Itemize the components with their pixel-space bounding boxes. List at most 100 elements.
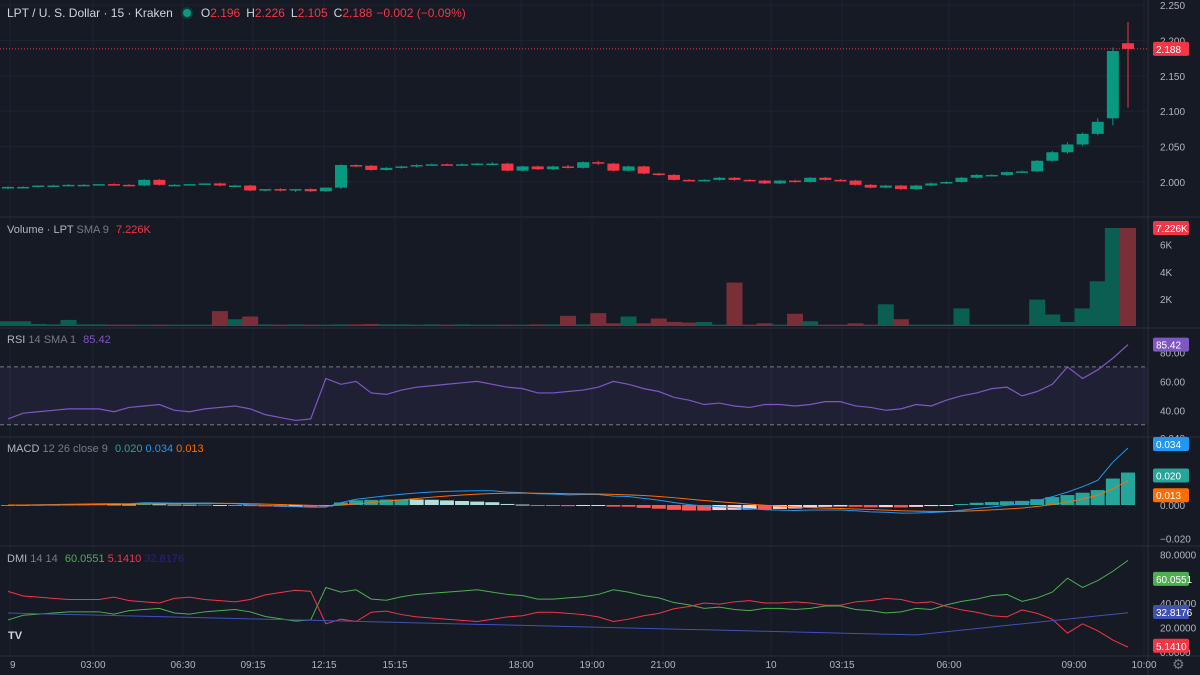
macd-hist-bar: [833, 505, 848, 507]
macd-hist-bar: [228, 505, 243, 506]
market-status-icon: [182, 9, 191, 17]
volume-legend[interactable]: Volume · LPT SMA 9 7.226K: [7, 224, 151, 236]
candle-body: [47, 185, 60, 188]
macd-hist-bar: [424, 499, 439, 505]
volume-bar: [438, 324, 455, 326]
volume-bar: [499, 324, 516, 326]
macd-legend[interactable]: MACD 12 26 close 9 0.020 0.034 0.013: [7, 443, 204, 455]
macd-hist-bar: [682, 505, 697, 511]
gear-icon[interactable]: ⚙: [1172, 656, 1185, 673]
candle-body: [183, 184, 196, 186]
rsi-label: RSI: [7, 334, 26, 346]
candle-body: [62, 184, 75, 187]
minus-di-line: [7, 589, 1129, 648]
macd-hist-bar: [1105, 478, 1120, 505]
macd-hist-bar: [969, 502, 984, 505]
volume-tick-label: 6K: [1160, 241, 1173, 252]
price-tick-label: 2.050: [1160, 143, 1185, 154]
candle-body: [32, 185, 45, 188]
volume-bar: [665, 321, 682, 326]
candle-body: [138, 179, 151, 186]
candle-body: [153, 179, 166, 185]
volume-bar: [514, 324, 531, 326]
candle-body: [1076, 133, 1089, 145]
volume-bar: [15, 321, 32, 326]
macd-hist-bar: [182, 504, 197, 506]
macd-hist-bar: [530, 505, 545, 506]
candle-body: [1122, 43, 1134, 49]
macd-hist-bar: [636, 505, 651, 508]
candle-body: [773, 180, 786, 184]
adx-value: 32.8176: [144, 553, 185, 565]
rsi-value: 85.42: [83, 334, 111, 346]
volume-bar: [227, 319, 244, 326]
candle-body: [486, 163, 499, 166]
macd-hist-bar: [152, 504, 167, 506]
volume-bar: [529, 324, 546, 326]
macd-hist-bar: [545, 505, 560, 506]
candle-body: [698, 179, 711, 182]
volume-bar: [802, 321, 819, 326]
rsi-legend[interactable]: RSI 14 SMA 1 85.42: [7, 334, 111, 346]
volume-bar: [620, 316, 637, 326]
low-value: 2.105: [297, 6, 328, 20]
tradingview-logo-icon[interactable]: TV: [8, 630, 28, 644]
macd-hist-bar: [409, 499, 424, 505]
candle-body: [743, 179, 756, 182]
volume-bar: [454, 324, 471, 326]
candle-body: [849, 180, 862, 185]
time-tick-label: 03:00: [80, 660, 105, 671]
rsi-last-tag: 85.42: [1156, 341, 1181, 352]
macd-hist-bar: [863, 505, 878, 508]
candle-body: [652, 173, 665, 176]
volume-bar: [968, 324, 985, 326]
candle-body: [107, 184, 120, 186]
volume-params: SMA 9: [76, 224, 109, 236]
close-label: C: [333, 6, 343, 20]
volume-bar: [272, 324, 289, 326]
candle-body: [289, 189, 302, 191]
macd-line-value: 0.034: [145, 443, 174, 455]
candle-body: [728, 177, 741, 180]
macd-tick-label: −0.020: [1160, 535, 1191, 546]
symbol-title[interactable]: LPT / U. S. Dollar · 15 · Kraken: [7, 6, 173, 20]
time-tick-label: 06:00: [936, 660, 961, 671]
macd-hist-bar: [470, 501, 485, 505]
volume-bar: [741, 324, 758, 326]
macd-hist-bar: [621, 505, 636, 507]
volume-bar: [650, 318, 667, 326]
candle-body: [546, 166, 559, 170]
volume-bar: [257, 324, 274, 326]
dmi-legend[interactable]: DMI 14 14 60.0551 5.1410 32.8176: [7, 553, 184, 565]
candle-body: [1106, 51, 1119, 119]
macd-hist-bar: [576, 505, 591, 506]
candle-body: [92, 184, 105, 186]
volume-bar: [832, 324, 849, 326]
volume-bar: [938, 324, 955, 326]
volume-bar: [484, 324, 501, 326]
volume-bar: [1029, 299, 1046, 326]
volume-bar: [121, 324, 138, 326]
volume-bar: [393, 324, 410, 326]
volume-bar: [756, 323, 773, 326]
volume-bar: [30, 323, 47, 326]
time-tick-label: 19:00: [579, 660, 604, 671]
volume-bar: [726, 282, 743, 326]
candle-body: [213, 183, 226, 186]
time-tick-label: 18:00: [508, 660, 533, 671]
candle-body: [2, 186, 14, 189]
chart-canvas[interactable]: 2.2502.2002.1502.1002.0502.0002.1886K4K2…: [0, 0, 1200, 675]
candle-body: [955, 177, 968, 182]
macd-hist-bar: [439, 500, 454, 505]
price-tick-label: 2.100: [1160, 107, 1185, 118]
candle-body: [713, 177, 726, 180]
dmi-label: DMI: [7, 553, 28, 565]
candle-body: [894, 185, 907, 190]
price-tick-label: 2.150: [1160, 72, 1185, 83]
time-tick-label: 03:15: [829, 660, 854, 671]
open-value: 2.196: [210, 6, 241, 20]
volume-tick-label: 2K: [1160, 295, 1173, 306]
candle-body: [1091, 121, 1104, 134]
volume-bar: [423, 324, 440, 326]
volume-bar: [242, 316, 259, 326]
